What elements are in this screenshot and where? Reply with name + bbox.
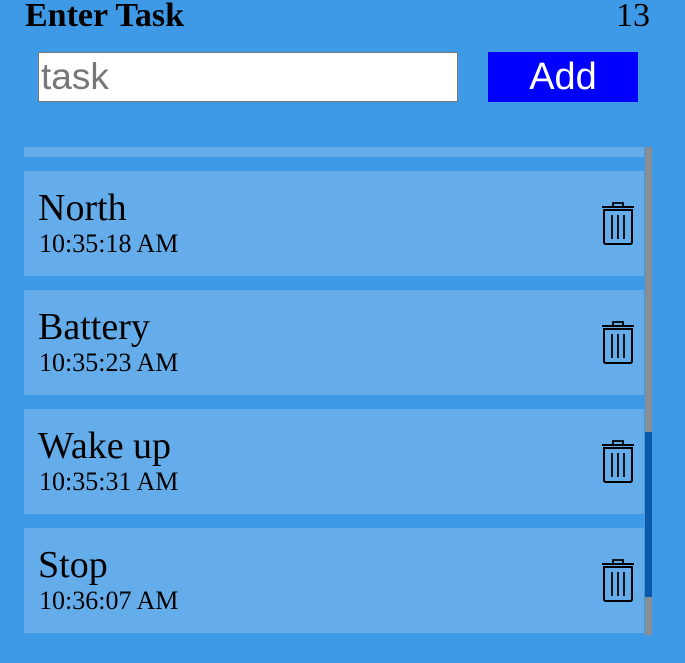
task-count: 13 bbox=[616, 0, 650, 34]
scrollbar-track[interactable] bbox=[645, 147, 652, 635]
task-list-content: North 10:35:18 AM Battery 10:35:23 AM Wa… bbox=[24, 147, 644, 635]
task-time: 10:35:18 AM bbox=[39, 229, 179, 258]
list-item bbox=[24, 147, 644, 157]
page-title: Enter Task bbox=[25, 0, 185, 34]
trash-icon[interactable] bbox=[600, 201, 636, 245]
scrollbar-thumb[interactable] bbox=[645, 432, 652, 597]
task-time: 10:36:07 AM bbox=[39, 586, 179, 615]
task-name: Battery bbox=[38, 306, 150, 348]
task-time: 10:35:31 AM bbox=[39, 467, 179, 496]
list-item: North 10:35:18 AM bbox=[24, 171, 644, 276]
trash-icon[interactable] bbox=[600, 558, 636, 602]
task-input[interactable] bbox=[38, 52, 458, 102]
list-item: Battery 10:35:23 AM bbox=[24, 290, 644, 395]
task-name: Stop bbox=[38, 544, 108, 586]
list-item: Stop 10:36:07 AM bbox=[24, 528, 644, 633]
task-name: North bbox=[38, 187, 127, 229]
list-item: Wake up 10:35:31 AM bbox=[24, 409, 644, 514]
trash-icon[interactable] bbox=[600, 439, 636, 483]
task-name: Wake up bbox=[38, 425, 172, 467]
add-button[interactable]: Add bbox=[488, 52, 638, 102]
task-list[interactable]: North 10:35:18 AM Battery 10:35:23 AM Wa… bbox=[24, 147, 652, 635]
trash-icon[interactable] bbox=[600, 320, 636, 364]
task-time: 10:35:23 AM bbox=[39, 348, 179, 377]
